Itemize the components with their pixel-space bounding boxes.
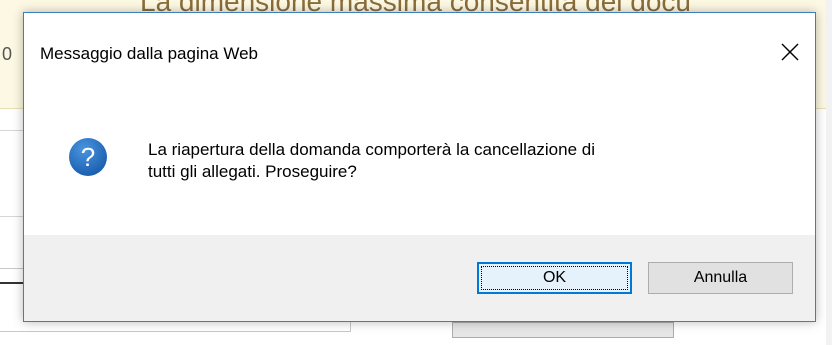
svg-text:?: ? [81,142,95,172]
cancel-button[interactable]: Annulla [648,262,793,294]
dialog-footer: OK Annulla [24,235,815,321]
question-icon: ? [69,138,107,176]
dialog-body: ? La riapertura della domanda comporterà… [24,83,815,235]
dialog-titlebar[interactable]: Messaggio dalla pagina Web [24,13,815,83]
ok-button[interactable]: OK [477,262,632,294]
background-button [452,322,674,338]
background-divider [0,282,24,284]
background-fragment-text: 0 [2,44,13,64]
dialog-title: Messaggio dalla pagina Web [40,44,258,63]
message-line-1: La riapertura della domanda comporterà l… [148,140,595,159]
message-dialog: Messaggio dalla pagina Web ? La riapertu… [23,12,816,322]
dialog-message: La riapertura della domanda comporterà l… [148,139,788,183]
close-button[interactable] [773,35,807,69]
close-icon [781,43,799,61]
background-scroll-strip [826,0,832,345]
message-line-2: tutti gli allegati. Proseguire? [148,162,357,181]
